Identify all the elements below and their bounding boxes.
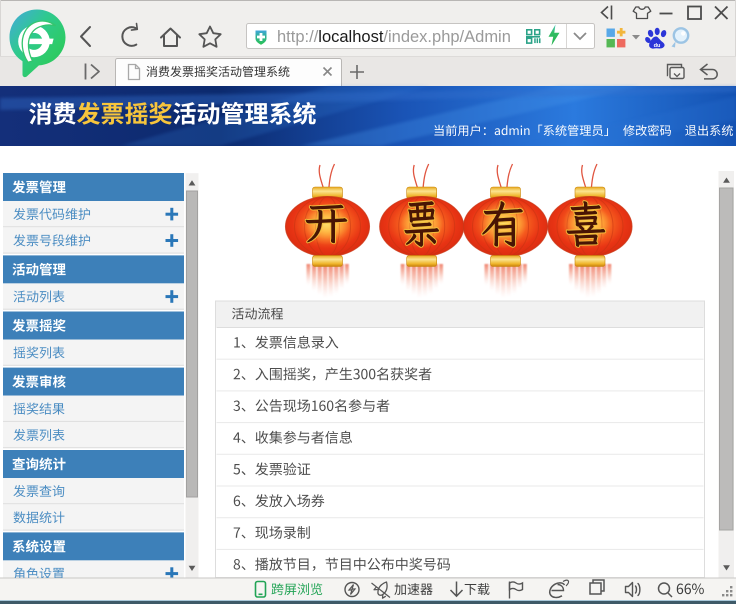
svg-text:du: du xyxy=(654,43,661,49)
svg-text:http://localhost/index.php/Adm: http://localhost/index.php/Admin xyxy=(277,28,511,46)
